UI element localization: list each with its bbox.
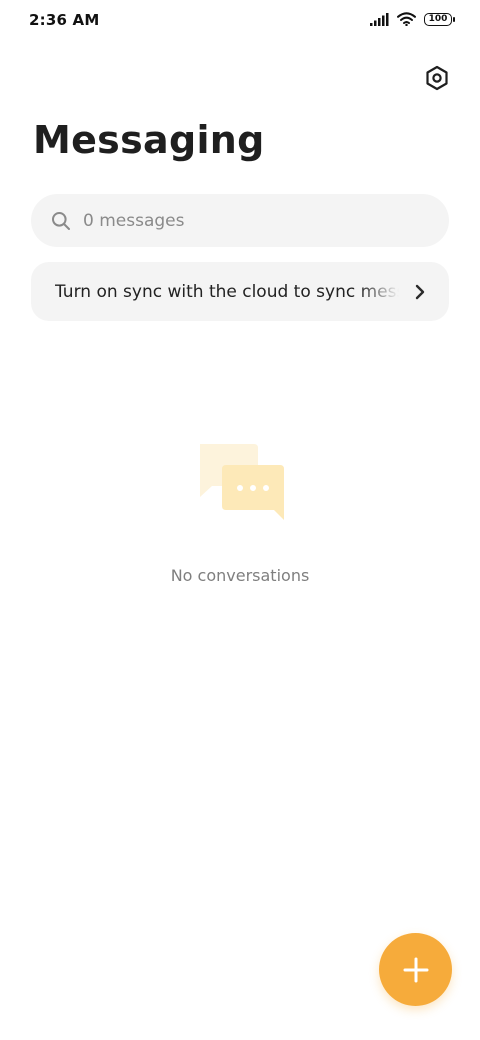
page-title: Messaging [33,118,265,162]
status-time: 2:36 AM [29,11,100,29]
new-message-button[interactable] [379,933,452,1006]
sync-banner-text: Turn on sync with the cloud to sync mess… [55,281,399,302]
search-bar[interactable] [31,194,449,247]
signal-icon [370,12,389,26]
status-bar: 2:36 AM 100 [0,0,480,40]
settings-button[interactable] [422,63,452,93]
search-icon [52,211,70,230]
chat-bubbles-icon [200,444,284,520]
wifi-icon [397,12,416,26]
settings-hexagon-icon [426,65,448,91]
search-input[interactable] [83,210,383,231]
sync-banner[interactable]: Turn on sync with the cloud to sync mess… [31,262,449,321]
battery-level: 100 [428,13,448,24]
chevron-right-icon [415,284,425,299]
empty-state-text: No conversations [170,566,310,585]
plus-icon [403,957,428,982]
status-icons: 100 [370,12,455,26]
battery-icon: 100 [424,12,455,26]
